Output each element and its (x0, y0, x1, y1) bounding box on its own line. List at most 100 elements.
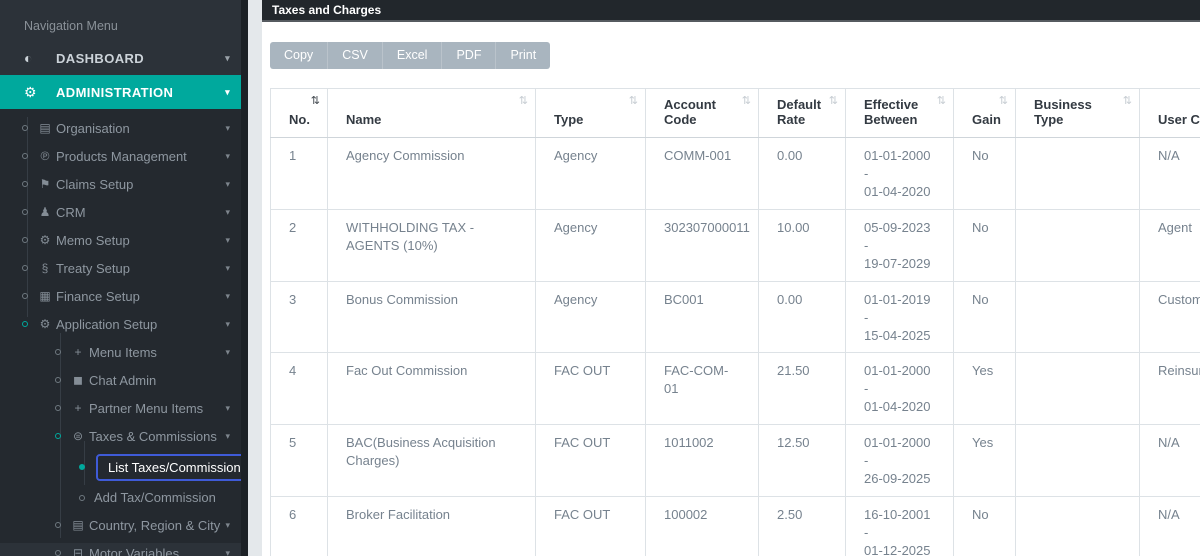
sidebar-item-label: Treaty Setup (56, 260, 130, 276)
column-header-default-rate[interactable]: Default Rate ⇅ (758, 88, 846, 138)
chevron-down-icon: ▾ (225, 122, 230, 133)
cell-account-code: 302307000011 (645, 208, 759, 282)
cell-gain: No (953, 137, 1016, 210)
bullet-icon (22, 321, 28, 327)
cell-account-code: 1011002 (645, 424, 759, 498)
cell-effective-between: 01-01-2000 - 26-09-2025 (845, 424, 954, 498)
sidebar-item-dashboard[interactable]: ◐ DASHBOARD ▾ (0, 41, 248, 75)
bullet-icon (22, 181, 28, 187)
column-header-effective-between[interactable]: Effective Between ⇅ (845, 88, 954, 138)
table-wrap: No. ⇅ Name ⇅ Type ⇅ Account Code ⇅ Default Rate ⇅… (270, 88, 1200, 556)
cell-user-category: Agent (1139, 208, 1200, 282)
chevron-down-icon: ▾ (225, 318, 230, 329)
column-header-gain[interactable]: Gain ⇅ (953, 88, 1016, 138)
copy-button[interactable]: Copy (270, 42, 328, 69)
crm-icon: ♟ (39, 205, 51, 219)
excel-button[interactable]: Excel (381, 42, 442, 69)
cell-gain: No (953, 208, 1016, 282)
cell-user-category: Reinsurer (1139, 352, 1200, 426)
application-setup-icon: ⚙ (39, 317, 51, 331)
sidebar-item-label: Organisation (56, 120, 130, 136)
treaty-icon: § (41, 261, 49, 275)
sidebar-top-items: ◐ DASHBOARD ▾ ⚙ ADMINISTRATION ▾ (0, 41, 248, 109)
cell-account-code: BC001 (645, 280, 759, 354)
sort-icon: ⇅ (310, 95, 320, 107)
cell-account-code: FAC-COM-01 (645, 352, 759, 426)
table-row: 1 Agency Commission Agency COMM-001 0.00 01-0… (270, 137, 1200, 210)
sidebar-item-products-management[interactable]: ℗ Products Management ▾ (0, 142, 248, 170)
cell-effective-between: 01-01-2000 - 01-04-2020 (845, 137, 954, 210)
sidebar-item-application-setup[interactable]: ⚙ Application Setup ▾ (0, 310, 248, 338)
memo-icon: ⚙ (39, 233, 51, 247)
column-header-name[interactable]: Name ⇅ (327, 88, 536, 138)
chat-icon: ◼ (73, 373, 83, 387)
sidebar-item-partner-menu-items[interactable]: + Partner Menu Items ▾ (0, 394, 248, 422)
column-header-business-type[interactable]: Business Type ⇅ (1015, 88, 1140, 138)
cell-name: Broker Facilitation (327, 496, 536, 556)
sort-icon: ⇅ (518, 95, 528, 107)
sidebar-item-menu-items[interactable]: + Menu Items ▾ (0, 338, 248, 366)
column-header-type[interactable]: Type ⇅ (535, 88, 646, 138)
administration-submenu: ▤ Organisation ▾ ℗ Products Management ▾ ⚑ Clai… (0, 109, 248, 556)
sidebar-item-chat-admin[interactable]: ◼ Chat Admin (0, 366, 248, 394)
bullet-icon (55, 550, 61, 556)
sidebar-item-treaty-setup[interactable]: § Treaty Setup ▾ (0, 254, 248, 282)
print-button[interactable]: Print (495, 42, 551, 69)
sidebar-item-administration[interactable]: ⚙ ADMINISTRATION ▾ (0, 75, 248, 109)
cell-default-rate: 2.50 (758, 496, 846, 556)
sidebar-item-label: Claims Setup (56, 176, 134, 192)
motor-icon: ⊟ (72, 546, 84, 556)
cell-no: 1 (270, 137, 328, 210)
taxes-commissions-icon: ⊜ (72, 429, 84, 443)
cell-type: FAC OUT (535, 352, 646, 426)
cell-default-rate: 12.50 (758, 424, 846, 498)
cell-name: Agency Commission (327, 137, 536, 210)
sidebar-item-finance-setup[interactable]: ▦ Finance Setup ▾ (0, 282, 248, 310)
chevron-down-icon: ▾ (225, 402, 230, 413)
csv-button[interactable]: CSV (327, 42, 382, 69)
sidebar-item-label: CRM (56, 204, 86, 220)
bullet-icon (55, 433, 61, 439)
sidebar-item-country-region-city[interactable]: ▤ Country, Region & City ▾ (0, 511, 248, 539)
bullet-icon (79, 464, 85, 470)
sidebar-item-label: Chat Admin (89, 372, 157, 388)
sidebar-item-label: Finance Setup (56, 288, 140, 304)
content-area: Copy CSV Excel PDF Print No. ⇅ Name ⇅ Type ⇅ Accou… (262, 22, 1200, 556)
sidebar: Navigation Menu ◐ DASHBOARD ▾ ⚙ ADMINISTRATI… (0, 0, 248, 556)
sidebar-item-crm[interactable]: ♟ CRM ▾ (0, 198, 248, 226)
cell-type: FAC OUT (535, 424, 646, 498)
sidebar-item-claims-setup[interactable]: ⚑ Claims Setup ▾ (0, 170, 248, 198)
sidebar-item-label: Add Tax/Commission (94, 490, 216, 505)
column-header-account-code[interactable]: Account Code ⇅ (645, 88, 759, 138)
chevron-down-icon: ▾ (225, 86, 230, 97)
cell-gain: Yes (953, 424, 1016, 498)
bullet-icon (22, 293, 28, 299)
chevron-down-icon: ▾ (225, 430, 230, 441)
column-header-no[interactable]: No. ⇅ (270, 88, 328, 138)
organisation-icon: ▤ (39, 121, 51, 135)
bullet-icon (22, 125, 28, 131)
bullet-icon (55, 522, 61, 528)
sidebar-item-motor-variables[interactable]: ⊟ Motor Variables ▾ (0, 539, 248, 556)
cell-user-category: N/A (1139, 496, 1200, 556)
sidebar-item-add-tax-commission[interactable]: Add Tax/Commission (0, 484, 248, 511)
cell-effective-between: 16-10-2001 - 01-12-2025 (845, 496, 954, 556)
sidebar-item-label: List Taxes/Commission (96, 453, 245, 481)
sidebar-item-list-taxes-commission[interactable]: List Taxes/Commission (0, 450, 248, 484)
plus-icon: + (74, 401, 82, 415)
page-title: Taxes and Charges (262, 0, 1200, 22)
chevron-down-icon: ▾ (225, 519, 230, 530)
pdf-button[interactable]: PDF (441, 42, 496, 69)
cell-effective-between: 01-01-2019 - 15-04-2025 (845, 280, 954, 354)
export-button-group: Copy CSV Excel PDF Print (270, 42, 551, 69)
table-row: 5 BAC(Business Acquisition Charges) FAC OU… (270, 424, 1200, 498)
sidebar-item-taxes-commissions[interactable]: ⊜ Taxes & Commissions ▾ (0, 422, 248, 450)
bullet-icon (22, 209, 28, 215)
sidebar-item-organisation[interactable]: ▤ Organisation ▾ (0, 114, 248, 142)
sidebar-item-memo-setup[interactable]: ⚙ Memo Setup ▾ (0, 226, 248, 254)
column-header-user-category[interactable]: User Category⇅ (1139, 88, 1200, 138)
plus-icon: + (74, 345, 82, 359)
chevron-down-icon: ▾ (225, 234, 230, 245)
sidebar-scrollbar[interactable] (241, 0, 248, 556)
bullet-icon (55, 405, 61, 411)
